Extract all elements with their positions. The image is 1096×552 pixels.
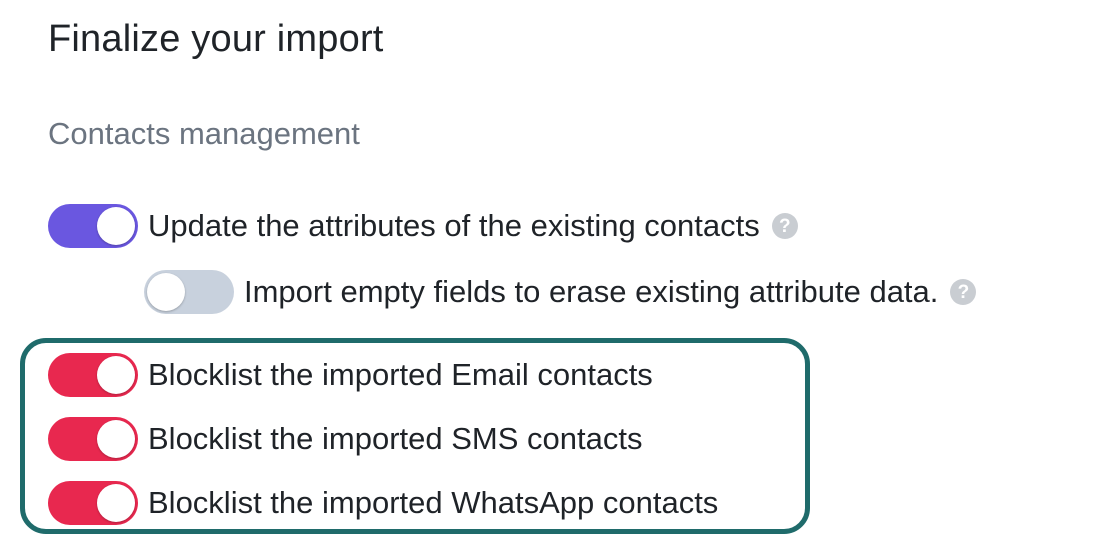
blocklist-sms-label: Blocklist the imported SMS contacts — [148, 421, 643, 456]
blocklist-sms-toggle[interactable] — [48, 417, 138, 461]
help-icon[interactable]: ? — [950, 279, 977, 305]
section-heading: Contacts management — [48, 116, 360, 151]
toggle-knob — [97, 356, 135, 394]
toggle-knob — [97, 420, 135, 458]
finalize-import-panel: Finalize your import Contacts management… — [0, 0, 1096, 552]
help-icon[interactable]: ? — [771, 213, 798, 239]
blocklist-whatsapp-label: Blocklist the imported WhatsApp contacts — [148, 485, 719, 520]
option-blocklist-email: Blocklist the imported Email contacts — [48, 351, 653, 399]
option-import-empty-fields: Import empty fields to erase existing at… — [144, 268, 977, 316]
option-blocklist-sms: Blocklist the imported SMS contacts — [48, 415, 642, 463]
update-attributes-toggle[interactable] — [48, 204, 138, 248]
import-empty-fields-toggle[interactable] — [144, 270, 234, 314]
option-update-attributes: Update the attributes of the existing co… — [48, 202, 798, 250]
import-empty-fields-label: Import empty fields to erase existing at… — [244, 274, 939, 309]
toggle-knob — [97, 484, 135, 522]
blocklist-email-label: Blocklist the imported Email contacts — [148, 357, 653, 392]
option-blocklist-whatsapp: Blocklist the imported WhatsApp contacts — [48, 479, 718, 527]
page-title: Finalize your import — [48, 18, 384, 60]
toggle-knob — [147, 273, 185, 311]
toggle-knob — [97, 207, 135, 245]
blocklist-email-toggle[interactable] — [48, 353, 138, 397]
update-attributes-label: Update the attributes of the existing co… — [148, 208, 760, 243]
blocklist-whatsapp-toggle[interactable] — [48, 481, 138, 525]
